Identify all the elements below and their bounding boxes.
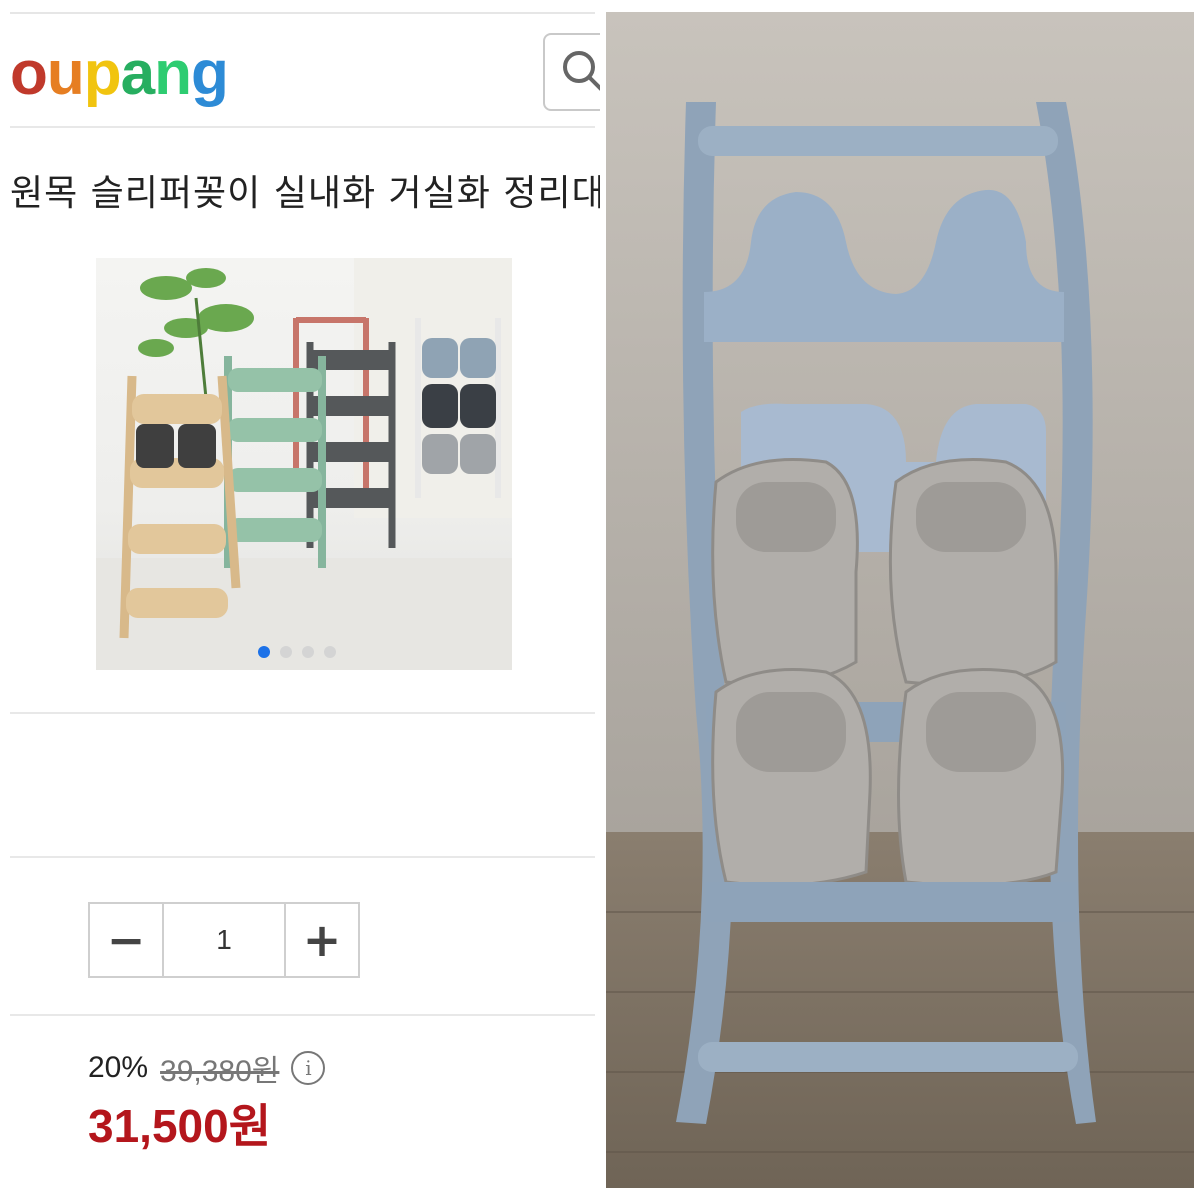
logo-letter: o [10,39,48,108]
price-row: 20% 39,380원 i [88,1046,326,1090]
product-title: 원목 슬리퍼꽂이 실내화 거실화 정리대 [10,173,600,214]
header-divider [10,126,595,128]
section-divider [10,856,595,858]
search-icon[interactable] [559,45,600,95]
increase-button[interactable]: + [286,904,358,976]
quantity-stepper[interactable]: − 1 + [88,902,360,978]
pagination-dot[interactable] [324,646,336,658]
info-icon[interactable]: i [291,1051,326,1085]
logo-letter: g [190,39,229,108]
pagination-dot[interactable] [280,646,292,658]
image-pagination[interactable] [258,646,336,658]
pagination-dot-active[interactable] [258,646,270,658]
product-image[interactable] [96,258,512,670]
logo-letter: a [120,39,155,108]
original-price: 39,380원 [160,1055,280,1088]
sale-price: 31,500원 [88,1100,272,1152]
decrease-button[interactable]: − [90,904,162,976]
search-input[interactable] [543,33,600,111]
discount-rate: 20% [88,1051,149,1084]
section-divider [10,712,595,714]
slipper-rack-photo [606,12,1194,1188]
logo-letter: u [46,39,85,108]
app-logo[interactable]: oupang [10,36,229,112]
product-photo [96,258,512,670]
product-photo-real [606,12,1194,1188]
quantity-value[interactable]: 1 [162,904,286,976]
section-divider [10,1014,595,1016]
product-screenshot-panel: oupang 원목 슬리퍼꽂이 실내화 거실화 정리대 − 1 + 20% 39… [0,0,600,1200]
logo-letter: p [83,39,122,108]
top-divider [10,12,595,14]
logo-letter: n [154,39,192,108]
pagination-dot[interactable] [302,646,314,658]
